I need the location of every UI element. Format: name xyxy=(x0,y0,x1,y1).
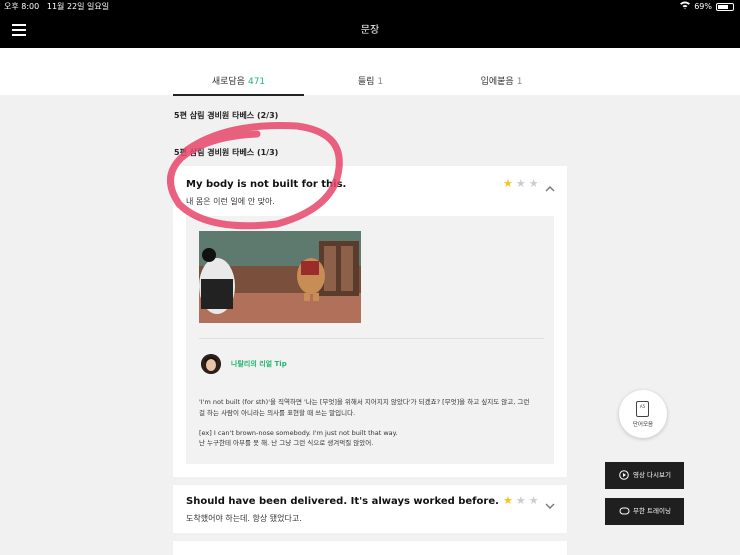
tab-label: 입에붙음 xyxy=(480,77,514,87)
word-collection-button[interactable]: A5 단어모음 xyxy=(619,390,667,438)
tab-new[interactable]: 새로담음 471 xyxy=(173,74,304,96)
star-icon[interactable]: ★ xyxy=(503,178,513,189)
example-korean: 난 누구한테 아부를 못 해. 난 그냥 그런 식으로 생겨먹질 않았어. xyxy=(199,439,374,447)
tip-text-line: 걸 하는 사람이 아니라는 의사를 표현할 때 쓰는 말입니다. xyxy=(199,409,356,417)
tab-bar: 새로담음 471 들림 1 입에붙음 1 xyxy=(0,48,740,96)
sentence-english: My body is not built for this. xyxy=(186,179,347,190)
chevron-up-icon[interactable] xyxy=(545,179,555,192)
tab-count: 471 xyxy=(247,77,266,87)
avatar xyxy=(201,354,221,374)
battery-percent: 69% xyxy=(694,2,712,11)
battery-level xyxy=(718,5,728,9)
app-bar: 문장 xyxy=(0,14,740,48)
divider xyxy=(199,338,544,339)
infinite-training-label: 무한 트레이닝 xyxy=(633,507,671,515)
star-icon[interactable]: ★ xyxy=(529,178,539,189)
tab-memorized[interactable]: 입에붙음 1 xyxy=(436,74,567,94)
battery-icon xyxy=(716,3,734,11)
word-collection-label: 단어모음 xyxy=(632,422,654,428)
sentence-korean: 도착했어야 하는데. 항상 됐었다고. xyxy=(186,514,302,523)
star-rating[interactable]: ★ ★ ★ xyxy=(503,495,539,506)
infinite-training-button[interactable]: 무한 트레이닝 xyxy=(605,498,684,525)
tip-panel: 나탈리의 리얼 Tip 'I'm not built (for sth)'을 직… xyxy=(186,216,554,464)
loop-icon xyxy=(619,506,630,518)
star-icon[interactable]: ★ xyxy=(529,495,539,506)
wifi-icon xyxy=(680,0,691,14)
tab-heard[interactable]: 들림 1 xyxy=(305,74,436,94)
star-rating[interactable]: ★ ★ ★ xyxy=(503,178,539,189)
replay-video-label: 영상 다시보기 xyxy=(633,471,671,479)
page-title: 문장 xyxy=(360,25,380,36)
star-icon[interactable]: ★ xyxy=(503,495,513,506)
tab-label: 들림 xyxy=(357,77,375,87)
status-bar: 오후 8:00 11월 22일 일요일 69% xyxy=(0,0,740,14)
tab-count: 1 xyxy=(516,77,523,87)
sentence-card[interactable]: Should have been delivered. It's always … xyxy=(173,485,567,533)
section-title[interactable]: 5편 삼림 경비원 타베스 (1/3) xyxy=(174,147,278,158)
star-icon[interactable]: ★ xyxy=(516,178,526,189)
section-title[interactable]: 5편 삼림 경비원 타베스 (2/3) xyxy=(174,110,278,121)
word-book-icon: A5 xyxy=(636,401,649,417)
play-icon xyxy=(619,470,629,482)
tip-text-line: 'I'm not built (for sth)'을 직역하면 '나는 [무엇]… xyxy=(199,398,530,406)
tab-label: 새로담음 xyxy=(211,77,245,87)
tab-count: 1 xyxy=(377,77,384,87)
video-thumbnail[interactable] xyxy=(199,231,361,323)
status-time: 오후 8:00 xyxy=(4,2,40,11)
star-icon[interactable]: ★ xyxy=(516,495,526,506)
replay-video-button[interactable]: 영상 다시보기 xyxy=(605,462,684,489)
status-date: 11월 22일 일요일 xyxy=(46,2,110,11)
sentence-english: Should have been delivered. It's always … xyxy=(186,496,499,507)
sentence-korean: 내 몸은 이런 일에 안 맞아. xyxy=(186,197,275,206)
sentence-card[interactable] xyxy=(173,541,567,555)
tip-author: 나탈리의 리얼 Tip xyxy=(231,360,287,368)
sentence-card[interactable]: My body is not built for this. 내 몸은 이런 일… xyxy=(173,166,567,477)
chevron-down-icon[interactable] xyxy=(545,496,555,509)
